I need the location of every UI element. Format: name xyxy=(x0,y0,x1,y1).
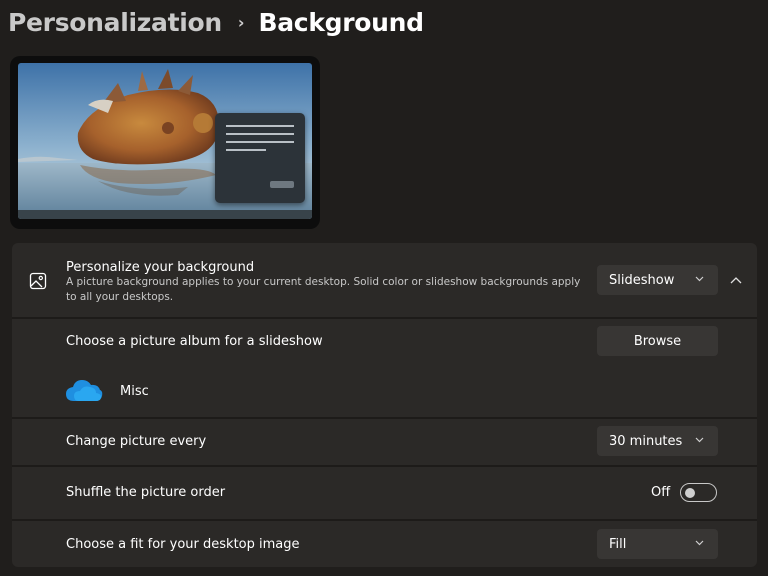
breadcrumb-personalization[interactable]: Personalization xyxy=(8,8,222,37)
chevron-up-icon xyxy=(730,277,742,284)
page-title: Background xyxy=(258,7,424,37)
chevron-down-icon xyxy=(695,540,704,546)
preview-window xyxy=(215,113,305,203)
fit-value: Fill xyxy=(609,536,627,552)
fit-title: Choose a fit for your desktop image xyxy=(66,537,300,552)
breadcrumb: Personalization › Background xyxy=(8,4,424,40)
shuffle-toggle[interactable] xyxy=(680,483,717,502)
preview-wallpaper xyxy=(18,63,312,219)
shuffle-title: Shuffle the picture order xyxy=(66,485,226,500)
preview-line xyxy=(226,133,294,135)
toggle-knob xyxy=(685,487,695,498)
preview-taskbar xyxy=(18,210,312,219)
personalize-description: A picture background applies to your cur… xyxy=(66,276,581,303)
breadcrumb-separator: › xyxy=(237,12,245,32)
chevron-down-icon xyxy=(695,437,704,443)
album-row: Choose a picture album for a slideshow B… xyxy=(12,319,757,417)
collapse-button[interactable] xyxy=(722,266,750,294)
preview-line xyxy=(226,149,266,151)
desktop-preview xyxy=(10,56,320,229)
fit-dropdown[interactable]: Fill xyxy=(597,529,718,559)
interval-row: Change picture every 30 minutes xyxy=(12,419,757,465)
preview-button xyxy=(270,181,294,188)
background-type-value: Slideshow xyxy=(609,272,675,288)
shuffle-state-label: Off xyxy=(651,485,671,500)
chevron-down-icon xyxy=(695,276,704,282)
browse-button[interactable]: Browse xyxy=(597,326,718,356)
fit-row: Choose a fit for your desktop image Fill xyxy=(12,521,757,567)
background-settings-card: Personalize your background A picture ba… xyxy=(12,243,757,567)
personalize-row: Personalize your background A picture ba… xyxy=(12,243,757,317)
album-title: Choose a picture album for a slideshow xyxy=(66,334,323,349)
interval-value: 30 minutes xyxy=(609,433,683,449)
preview-line xyxy=(226,125,294,127)
background-type-dropdown[interactable]: Slideshow xyxy=(597,265,718,295)
preview-line xyxy=(226,141,294,143)
shuffle-row: Shuffle the picture order Off xyxy=(12,467,757,519)
album-folder-name[interactable]: Misc xyxy=(120,384,149,399)
onedrive-cloud-icon xyxy=(66,380,103,401)
settings-page: Personalization › Background Personalize… xyxy=(0,0,768,576)
interval-dropdown[interactable]: 30 minutes xyxy=(597,426,718,456)
image-icon xyxy=(29,272,47,290)
personalize-title: Personalize your background xyxy=(66,260,255,275)
interval-title: Change picture every xyxy=(66,434,207,449)
